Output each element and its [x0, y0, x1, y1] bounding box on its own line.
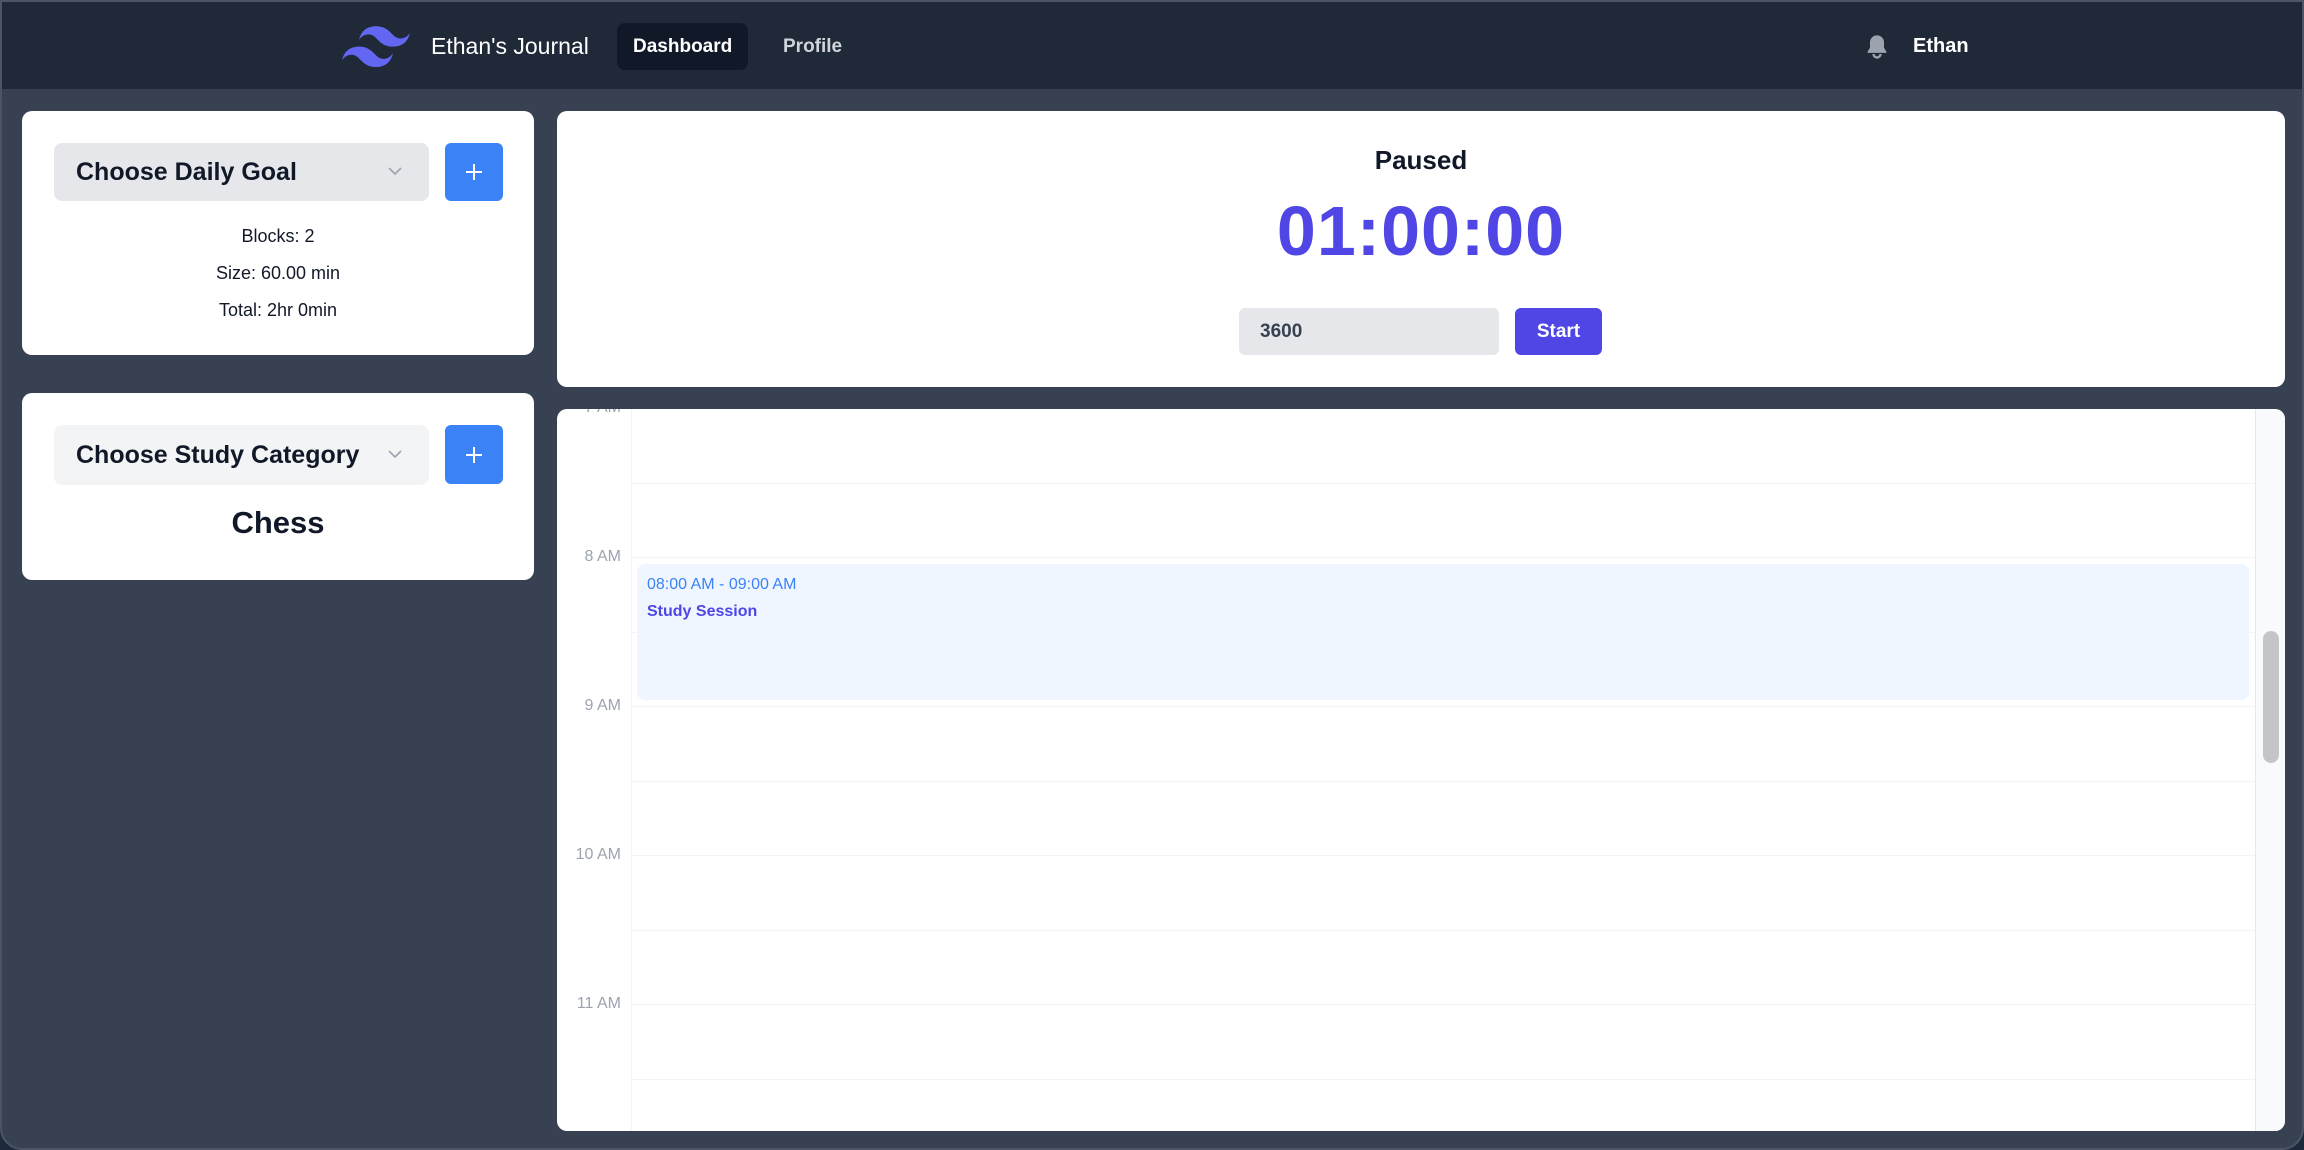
hour-label: 11 AM [576, 995, 621, 1012]
hour-label: 10 AM [575, 846, 621, 863]
hour-label: 7 AM [557, 409, 621, 417]
plus-icon [466, 164, 482, 180]
calendar-event[interactable]: 08:00 AM - 09:00 AM Study Session [637, 564, 2249, 700]
bell-icon[interactable] [1863, 33, 1891, 61]
app-window: Ethan's Journal Dashboard Profile Ethan … [0, 0, 2304, 1150]
goal-size: Size: 60.00 min [215, 263, 341, 283]
time-column-divider [631, 409, 632, 1131]
study-category-card: Choose Study Category Chess [22, 393, 534, 580]
daily-goal-select[interactable]: Choose Daily Goal [54, 143, 429, 201]
daily-goal-select-label: Choose Daily Goal [76, 158, 297, 186]
app-title: Ethan's Journal [431, 33, 589, 59]
timer-status: Paused [1374, 145, 1468, 175]
hour-line [632, 855, 2255, 856]
current-category: Chess [231, 505, 325, 540]
calendar-day-view: 7 AM 8 AM 9 AM 10 AM 11 AM 08:00 AM - 09:00 A… [557, 409, 2285, 1131]
timer-seconds-input[interactable] [1239, 308, 1499, 355]
start-button[interactable]: Start [1515, 308, 1602, 355]
goal-blocks: Blocks: 2 [241, 226, 315, 246]
hour-line [632, 1004, 2255, 1005]
nav-dashboard[interactable]: Dashboard [617, 23, 749, 70]
hour-line [632, 706, 2255, 707]
daily-goal-card: Choose Daily Goal Blocks: 2 Size: 60.00 … [22, 111, 534, 355]
add-daily-goal-button[interactable] [445, 143, 503, 201]
goal-total: Total: 2hr 0min [218, 300, 338, 320]
chevron-down-icon [388, 167, 402, 176]
half-hour-line [632, 482, 2255, 484]
user-name[interactable]: Ethan [1913, 31, 1969, 61]
navbar: Ethan's Journal Dashboard Profile Ethan [2, 2, 2302, 89]
timer-display: 01:00:00 [1276, 192, 1566, 270]
half-hour-line [632, 1078, 2255, 1080]
calendar-scroll-area[interactable]: 7 AM 8 AM 9 AM 10 AM 11 AM 08:00 AM - 09:00 A… [557, 409, 2255, 1131]
half-hour-line [632, 929, 2255, 931]
event-title: Study Session [647, 603, 758, 620]
hour-label: 9 AM [584, 697, 621, 714]
goal-stats: Blocks: 2 Size: 60.00 min Total: 2hr 0mi… [22, 223, 534, 334]
study-category-select[interactable]: Choose Study Category [54, 425, 429, 485]
timer-card: Paused 01:00:00 Start [557, 111, 2285, 387]
plus-icon [466, 446, 482, 463]
scrollbar-thumb[interactable] [2263, 631, 2279, 763]
hour-line [632, 557, 2255, 558]
event-time: 08:00 AM - 09:00 AM [647, 576, 797, 593]
logo-icon [342, 26, 410, 68]
nav-profile[interactable]: Profile [767, 23, 858, 70]
half-hour-line [632, 780, 2255, 782]
calendar-scrollbar[interactable] [2255, 409, 2285, 1131]
study-category-select-label: Choose Study Category [76, 441, 360, 469]
add-study-category-button[interactable] [445, 425, 503, 484]
hour-label: 8 AM [584, 548, 621, 565]
chevron-down-icon [388, 450, 402, 459]
